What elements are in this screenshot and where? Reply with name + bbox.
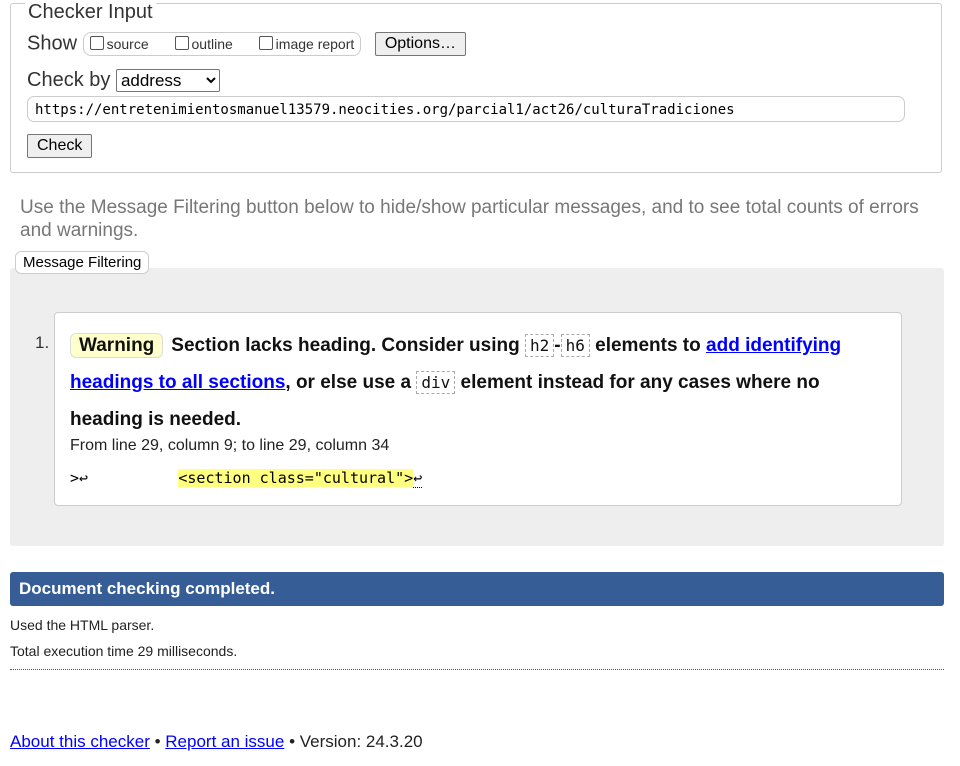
message-number: 1. bbox=[35, 333, 50, 352]
intro-text: Use the Message Filtering button below t… bbox=[20, 197, 919, 241]
fieldset-legend: Checker Input bbox=[25, 1, 156, 23]
outline-checkbox[interactable] bbox=[174, 36, 189, 50]
code-extract: >↩ <section class="cultural">↩ bbox=[70, 469, 423, 488]
parser-info: Used the HTML parser. bbox=[10, 617, 155, 633]
version: Version: 24.3.20 bbox=[299, 732, 423, 751]
warning-badge: Warning bbox=[70, 333, 164, 358]
checker-input-fieldset: Checker Input Show source outline image … bbox=[10, 1, 942, 173]
code-h2: h2 bbox=[525, 334, 555, 357]
check-button[interactable]: Check bbox=[27, 134, 93, 158]
about-link[interactable]: About this checker bbox=[10, 732, 150, 751]
outline-label[interactable]: outline bbox=[192, 36, 233, 52]
completed-banner: Document checking completed. bbox=[10, 572, 944, 606]
show-options: source outline image report bbox=[82, 32, 362, 56]
source-label[interactable]: source bbox=[107, 36, 149, 52]
message-location: From line 29, column 9; to line 29, colu… bbox=[70, 437, 390, 454]
footer: About this checker • Report an issue • V… bbox=[10, 732, 423, 751]
results-panel: 1. Warning Section lacks heading. Conside… bbox=[10, 268, 944, 546]
report-issue-link[interactable]: Report an issue bbox=[165, 732, 284, 751]
url-input[interactable]: https://entretenimientosmanuel13579.neoc… bbox=[27, 96, 905, 122]
message-text: Warning Section lacks heading. Consider u… bbox=[70, 333, 842, 430]
source-checkbox[interactable] bbox=[89, 36, 104, 50]
execution-time: Total execution time 29 milliseconds. bbox=[10, 643, 238, 659]
image-report-label[interactable]: image report bbox=[276, 36, 355, 52]
message-filtering-button[interactable]: Message Filtering bbox=[15, 251, 150, 274]
image-report-checkbox[interactable] bbox=[258, 36, 273, 50]
show-label: Show bbox=[27, 32, 78, 55]
message-item: 1. Warning Section lacks heading. Conside… bbox=[35, 312, 902, 506]
divider bbox=[10, 669, 944, 670]
check-by-label: Check by bbox=[27, 69, 111, 91]
code-h6: h6 bbox=[560, 334, 590, 357]
code-div: div bbox=[416, 371, 456, 394]
highlighted-code: <section class="cultural"> bbox=[178, 469, 414, 487]
options-button[interactable]: Options… bbox=[374, 32, 466, 56]
check-by-select[interactable]: address bbox=[115, 69, 220, 92]
